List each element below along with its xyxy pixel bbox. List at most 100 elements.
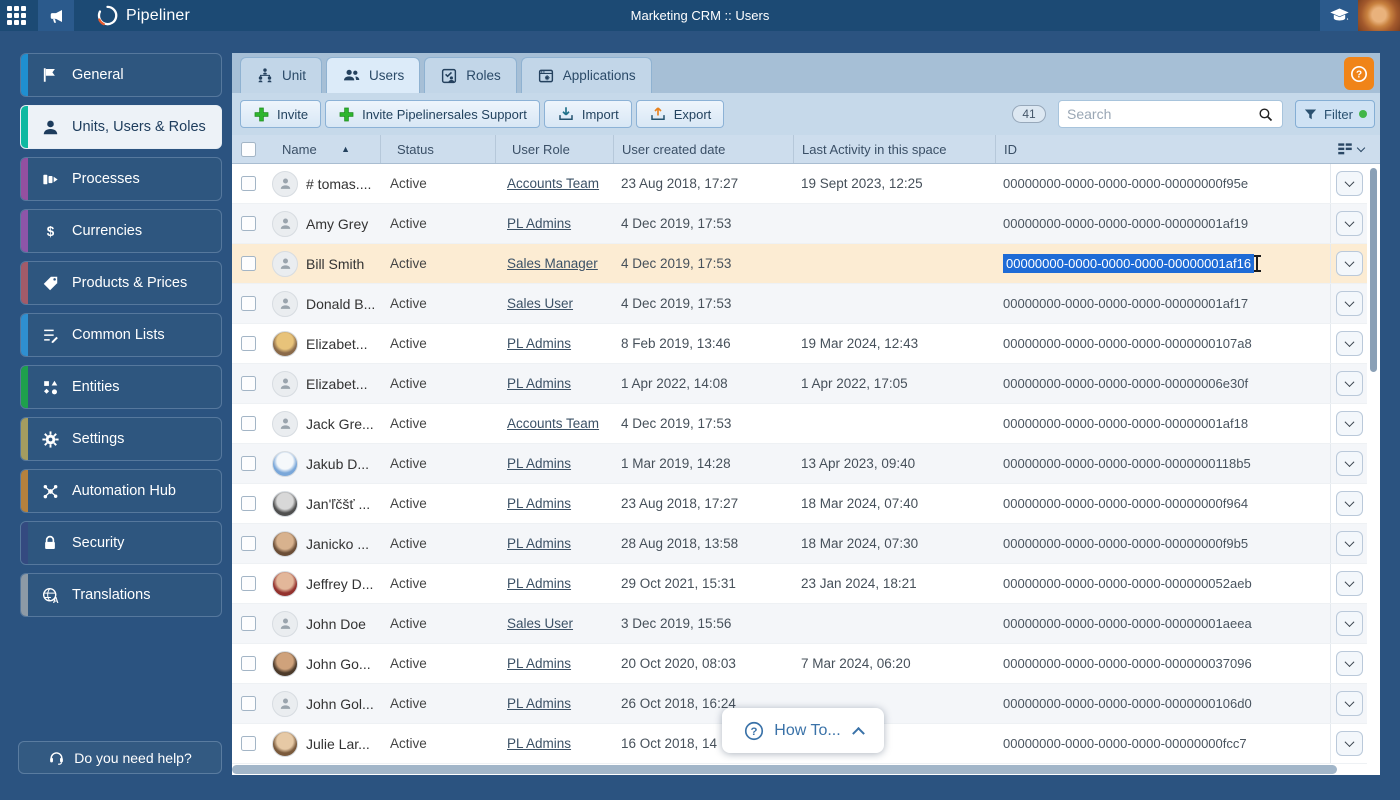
row-checkbox[interactable] (240, 456, 256, 471)
user-role-link[interactable]: PL Admins (507, 456, 571, 471)
user-role-link[interactable]: PL Admins (507, 576, 571, 591)
table-row[interactable]: Jan'ľčšť ... Active PL Admins 23 Aug 201… (232, 484, 1380, 524)
tab-applications[interactable]: Applications (520, 57, 652, 93)
horizontal-scrollbar-track[interactable] (232, 764, 1380, 775)
header-status[interactable]: Status (380, 135, 495, 163)
row-actions-button[interactable] (1335, 731, 1363, 756)
table-row[interactable]: Elizabet... Active PL Admins 1 Apr 2022,… (232, 364, 1380, 404)
row-actions-button[interactable] (1335, 491, 1363, 516)
row-actions-button[interactable] (1335, 571, 1363, 596)
sidebar-item-translations[interactable]: A Translations (20, 573, 222, 617)
horizontal-scrollbar-thumb[interactable] (232, 765, 1337, 774)
table-row[interactable]: Amy Grey Active PL Admins 4 Dec 2019, 17… (232, 204, 1380, 244)
table-row[interactable]: John Go... Active PL Admins 20 Oct 2020,… (232, 644, 1380, 684)
row-checkbox[interactable] (240, 336, 256, 351)
user-role-link[interactable]: Accounts Team (507, 176, 599, 191)
row-checkbox[interactable] (240, 656, 256, 671)
column-settings-button[interactable] (1330, 135, 1380, 163)
row-checkbox[interactable] (240, 736, 256, 751)
contextual-help-button[interactable]: ? (1344, 57, 1374, 90)
row-checkbox[interactable] (240, 496, 256, 511)
row-checkbox[interactable] (240, 416, 256, 431)
user-role-link[interactable]: PL Admins (507, 696, 571, 711)
invite-pipelinersales-support-button[interactable]: Invite Pipelinersales Support (325, 100, 540, 128)
row-checkbox[interactable] (240, 536, 256, 551)
tab-roles[interactable]: Roles (424, 57, 517, 93)
tab-users[interactable]: Users (326, 57, 421, 93)
row-actions-button[interactable] (1335, 291, 1363, 316)
header-id[interactable]: ID (995, 135, 1330, 163)
row-actions-button[interactable] (1335, 331, 1363, 356)
search-input[interactable] (1059, 106, 1257, 122)
user-role-link[interactable]: Sales User (507, 296, 573, 311)
sidebar-item-units-users-roles[interactable]: Units, Users & Roles (20, 105, 222, 149)
invite-button[interactable]: Invite (240, 100, 322, 128)
sidebar-item-processes[interactable]: Processes (20, 157, 222, 201)
sidebar-item-entities[interactable]: Entities (20, 365, 222, 409)
sidebar-item-general[interactable]: General (20, 53, 222, 97)
row-actions-button[interactable] (1335, 451, 1363, 476)
user-role-link[interactable]: PL Admins (507, 336, 571, 351)
header-name[interactable]: Name ▲ (264, 135, 380, 163)
table-row[interactable]: Janicko ... Active PL Admins 28 Aug 2018… (232, 524, 1380, 564)
header-last-activity[interactable]: Last Activity in this space (793, 135, 995, 163)
row-actions-button[interactable] (1335, 691, 1363, 716)
user-role-link[interactable]: PL Admins (507, 376, 571, 391)
row-actions-button[interactable] (1335, 531, 1363, 556)
filter-button[interactable]: Filter (1295, 100, 1375, 128)
row-checkbox[interactable] (240, 256, 256, 271)
user-role-link[interactable]: PL Admins (507, 656, 571, 671)
sidebar-item-settings[interactable]: Settings (20, 417, 222, 461)
row-checkbox[interactable] (240, 376, 256, 391)
vertical-scrollbar-thumb[interactable] (1370, 168, 1377, 372)
row-actions-button[interactable] (1335, 611, 1363, 636)
table-row[interactable]: Jakub D... Active PL Admins 1 Mar 2019, … (232, 444, 1380, 484)
table-row[interactable]: Donald B... Active Sales User 4 Dec 2019… (232, 284, 1380, 324)
select-all-checkbox[interactable] (240, 141, 256, 157)
academy-button[interactable] (1320, 0, 1358, 31)
row-actions-button[interactable] (1335, 371, 1363, 396)
tab-unit[interactable]: Unit (240, 57, 323, 93)
user-avatar[interactable] (1358, 0, 1400, 31)
sidebar-item-currencies[interactable]: $ Currencies (20, 209, 222, 253)
sidebar-item-security[interactable]: Security (20, 521, 222, 565)
user-role-link[interactable]: Sales User (507, 616, 573, 631)
row-actions-button[interactable] (1335, 211, 1363, 236)
user-role-link[interactable]: PL Admins (507, 216, 571, 231)
header-created-date[interactable]: User created date (613, 135, 793, 163)
need-help-button[interactable]: Do you need help? (18, 741, 222, 774)
search-icon[interactable] (1257, 106, 1282, 123)
row-checkbox[interactable] (240, 576, 256, 591)
row-actions-button[interactable] (1335, 651, 1363, 676)
user-role-link[interactable]: PL Admins (507, 736, 571, 751)
sidebar-item-common-lists[interactable]: Common Lists (20, 313, 222, 357)
table-row[interactable]: Elizabet... Active PL Admins 8 Feb 2019,… (232, 324, 1380, 364)
announcements-button[interactable] (38, 0, 74, 31)
row-actions-button[interactable] (1335, 251, 1363, 276)
user-role-link[interactable]: PL Admins (507, 496, 571, 511)
row-actions-button[interactable] (1335, 171, 1363, 196)
export-button[interactable]: Export (635, 100, 725, 128)
sidebar-item-automation-hub[interactable]: Automation Hub (20, 469, 222, 513)
user-role-link[interactable]: Accounts Team (507, 416, 599, 431)
user-role-link[interactable]: Sales Manager (507, 256, 598, 271)
row-checkbox[interactable] (240, 176, 256, 191)
row-checkbox[interactable] (240, 696, 256, 711)
table-row[interactable]: # tomas.... Active Accounts Team 23 Aug … (232, 164, 1380, 204)
row-checkbox[interactable] (240, 296, 256, 311)
table-row[interactable]: Jeffrey D... Active PL Admins 29 Oct 202… (232, 564, 1380, 604)
sidebar-item-products-prices[interactable]: Products & Prices (20, 261, 222, 305)
app-grid-icon[interactable] (0, 0, 32, 31)
table-row[interactable]: John Doe Active Sales User 3 Dec 2019, 1… (232, 604, 1380, 644)
user-name: Elizabet... (306, 335, 368, 352)
row-checkbox[interactable] (240, 216, 256, 231)
user-role-link[interactable]: PL Admins (507, 536, 571, 551)
row-actions-button[interactable] (1335, 411, 1363, 436)
table-row[interactable]: Jack Gre... Active Accounts Team 4 Dec 2… (232, 404, 1380, 444)
row-checkbox[interactable] (240, 616, 256, 631)
header-user-role[interactable]: User Role (495, 135, 613, 163)
table-row[interactable]: Bill Smith Active Sales Manager 4 Dec 20… (232, 244, 1380, 284)
import-button[interactable]: Import (543, 100, 632, 128)
pipeliner-logo[interactable]: Pipeliner (96, 4, 190, 27)
how-to-button[interactable]: ? How To... (722, 708, 884, 753)
